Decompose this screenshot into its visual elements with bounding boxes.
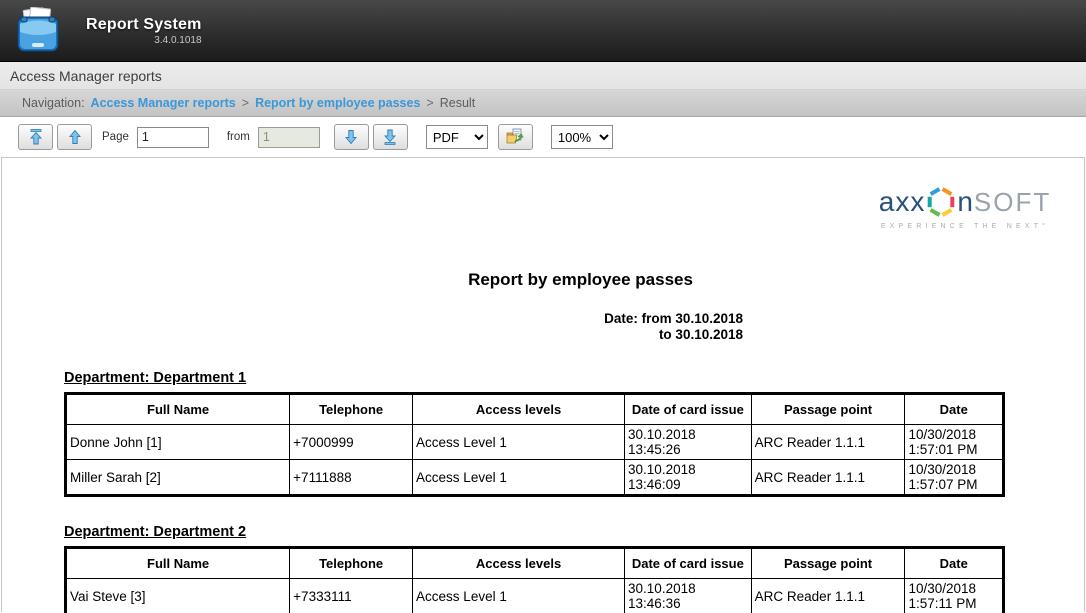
column-header: Date (905, 394, 1004, 425)
table-cell: Access Level 1 (413, 579, 625, 613)
report-system-logo-icon (12, 7, 64, 55)
table-cell: Donne John [1] (66, 425, 290, 460)
breadcrumb-separator: > (242, 96, 249, 110)
table-cell: ARC Reader 1.1.1 (751, 460, 905, 496)
logo-text-n: n (957, 188, 974, 216)
breadcrumb-prefix: Navigation: (22, 96, 85, 110)
logo-text-axx: axx (879, 188, 926, 216)
table-cell: +7333111 (290, 579, 413, 613)
department-heading: Department: Department 2 (64, 524, 1005, 540)
export-format-select[interactable]: PDF (426, 125, 488, 149)
column-header: Passage point (751, 548, 905, 579)
department-section: Department: Department 1 Full NameTeleph… (64, 370, 1005, 497)
column-header: Telephone (290, 394, 413, 425)
table-header-row: Full NameTelephoneAccess levelsDate of c… (66, 394, 1004, 425)
table-cell: Miller Sarah [2] (66, 460, 290, 496)
export-icon (505, 128, 525, 146)
table-cell: Access Level 1 (413, 425, 625, 460)
table-row: Donne John [1]+7000999Access Level 130.1… (66, 425, 1004, 460)
column-header: Date of card issue (625, 548, 752, 579)
passes-table: Full NameTelephoneAccess levelsDate of c… (64, 392, 1005, 497)
report-page: Report by employee passes Date: from 30.… (2, 270, 1084, 613)
breadcrumb-link-report-by-employee-passes[interactable]: Report by employee passes (255, 96, 420, 110)
column-header: Access levels (413, 394, 625, 425)
table-cell: +7000999 (290, 425, 413, 460)
page-label: Page (102, 131, 129, 143)
export-button[interactable] (498, 124, 533, 150)
report-viewer: axx n SOFT EXPERIENCE THE NEXT° Report b… (1, 157, 1085, 612)
axxonsoft-logo: axx n SOFT EXPERIENCE THE NEXT° (860, 186, 1070, 230)
column-header: Date of card issue (625, 394, 752, 425)
table-cell: 10/30/2018 1:57:07 PM (905, 460, 1004, 496)
zoom-select[interactable]: 100% (551, 125, 613, 149)
total-pages-input (258, 127, 320, 148)
first-page-icon (28, 128, 44, 146)
next-page-button[interactable] (334, 124, 369, 150)
previous-page-button[interactable] (57, 124, 92, 150)
app-header: Report System 3.4.0.1018 (0, 0, 1086, 62)
module-bar-label: Access Manager reports (10, 68, 162, 84)
axxonsoft-hexagon-icon (926, 186, 956, 218)
previous-page-icon (67, 128, 83, 146)
report-system-window: Report System 3.4.0.1018 Access Manager … (0, 0, 1086, 613)
logo-tagline: EXPERIENCE THE NEXT° (860, 223, 1070, 230)
column-header: Passage point (751, 394, 905, 425)
column-header: Telephone (290, 548, 413, 579)
table-cell: 30.10.2018 13:45:26 (625, 425, 752, 460)
report-sections: Department: Department 1 Full NameTeleph… (64, 370, 1005, 613)
table-cell: 30.10.2018 13:46:09 (625, 460, 752, 496)
last-page-button[interactable] (373, 124, 408, 150)
department-heading: Department: Department 1 (64, 370, 1005, 386)
column-header: Access levels (413, 548, 625, 579)
app-title: Report System (86, 16, 202, 34)
date-to-line: to 30.10.2018 (64, 327, 743, 343)
report-title: Report by employee passes (110, 270, 1051, 290)
toolbar: Page from PDF (0, 117, 1086, 157)
table-row: Vai Steve [3]+7333111Access Level 130.10… (66, 579, 1004, 613)
table-cell: 30.10.2018 13:46:36 (625, 579, 752, 613)
column-header: Full Name (66, 394, 290, 425)
table-cell: 10/30/2018 1:57:11 PM (905, 579, 1004, 613)
last-page-icon (382, 128, 398, 146)
table-cell: ARC Reader 1.1.1 (751, 579, 905, 613)
table-cell: +7111888 (290, 460, 413, 496)
table-row: Miller Sarah [2]+7111888Access Level 130… (66, 460, 1004, 496)
first-page-button[interactable] (18, 124, 53, 150)
breadcrumb-current-result: Result (440, 96, 475, 110)
column-header: Full Name (66, 548, 290, 579)
passes-table: Full NameTelephoneAccess levelsDate of c… (64, 546, 1005, 613)
table-cell: ARC Reader 1.1.1 (751, 425, 905, 460)
column-header: Date (905, 548, 1004, 579)
table-cell: Vai Steve [3] (66, 579, 290, 613)
report-date-range: Date: from 30.10.2018 to 30.10.2018 (64, 311, 743, 342)
table-header-row: Full NameTelephoneAccess levelsDate of c… (66, 548, 1004, 579)
breadcrumb-separator: > (426, 96, 433, 110)
table-cell: Access Level 1 (413, 460, 625, 496)
department-section: Department: Department 2 Full NameTeleph… (64, 524, 1005, 613)
page-number-input[interactable] (137, 127, 209, 148)
logo-text-soft: SOFT (974, 189, 1051, 215)
date-from-line: Date: from 30.10.2018 (64, 311, 743, 327)
breadcrumb-link-access-manager-reports[interactable]: Access Manager reports (91, 96, 236, 110)
breadcrumb: Navigation: Access Manager reports > Rep… (0, 90, 1086, 117)
module-bar: Access Manager reports (0, 62, 1086, 90)
brand-text: Report System 3.4.0.1018 (86, 16, 202, 46)
app-version: 3.4.0.1018 (154, 35, 201, 46)
next-page-icon (343, 128, 359, 146)
table-cell: 10/30/2018 1:57:01 PM (905, 425, 1004, 460)
from-label: from (227, 131, 250, 143)
